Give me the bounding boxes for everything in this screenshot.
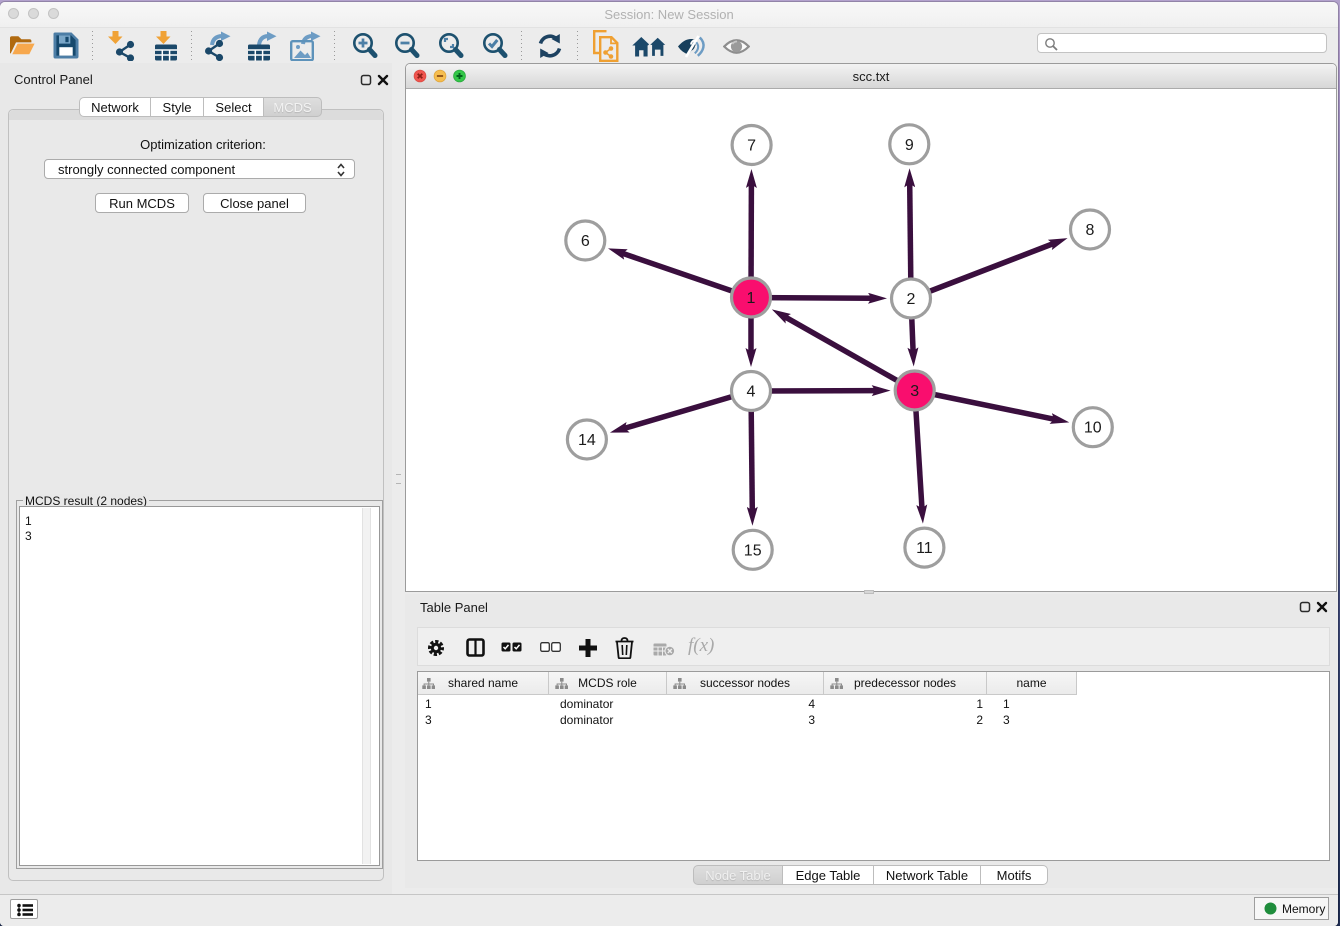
svg-text:4: 4 [747, 384, 756, 401]
svg-text:1: 1 [747, 290, 756, 307]
svg-text:3: 3 [910, 383, 919, 400]
svg-text:14: 14 [578, 432, 596, 449]
svg-text:9: 9 [905, 137, 914, 154]
svg-text:2: 2 [907, 291, 916, 308]
svg-text:8: 8 [1086, 222, 1095, 239]
svg-text:7: 7 [747, 138, 756, 155]
svg-text:15: 15 [744, 542, 762, 559]
svg-text:10: 10 [1084, 420, 1102, 437]
svg-text:6: 6 [581, 233, 590, 250]
svg-text:11: 11 [916, 540, 933, 557]
